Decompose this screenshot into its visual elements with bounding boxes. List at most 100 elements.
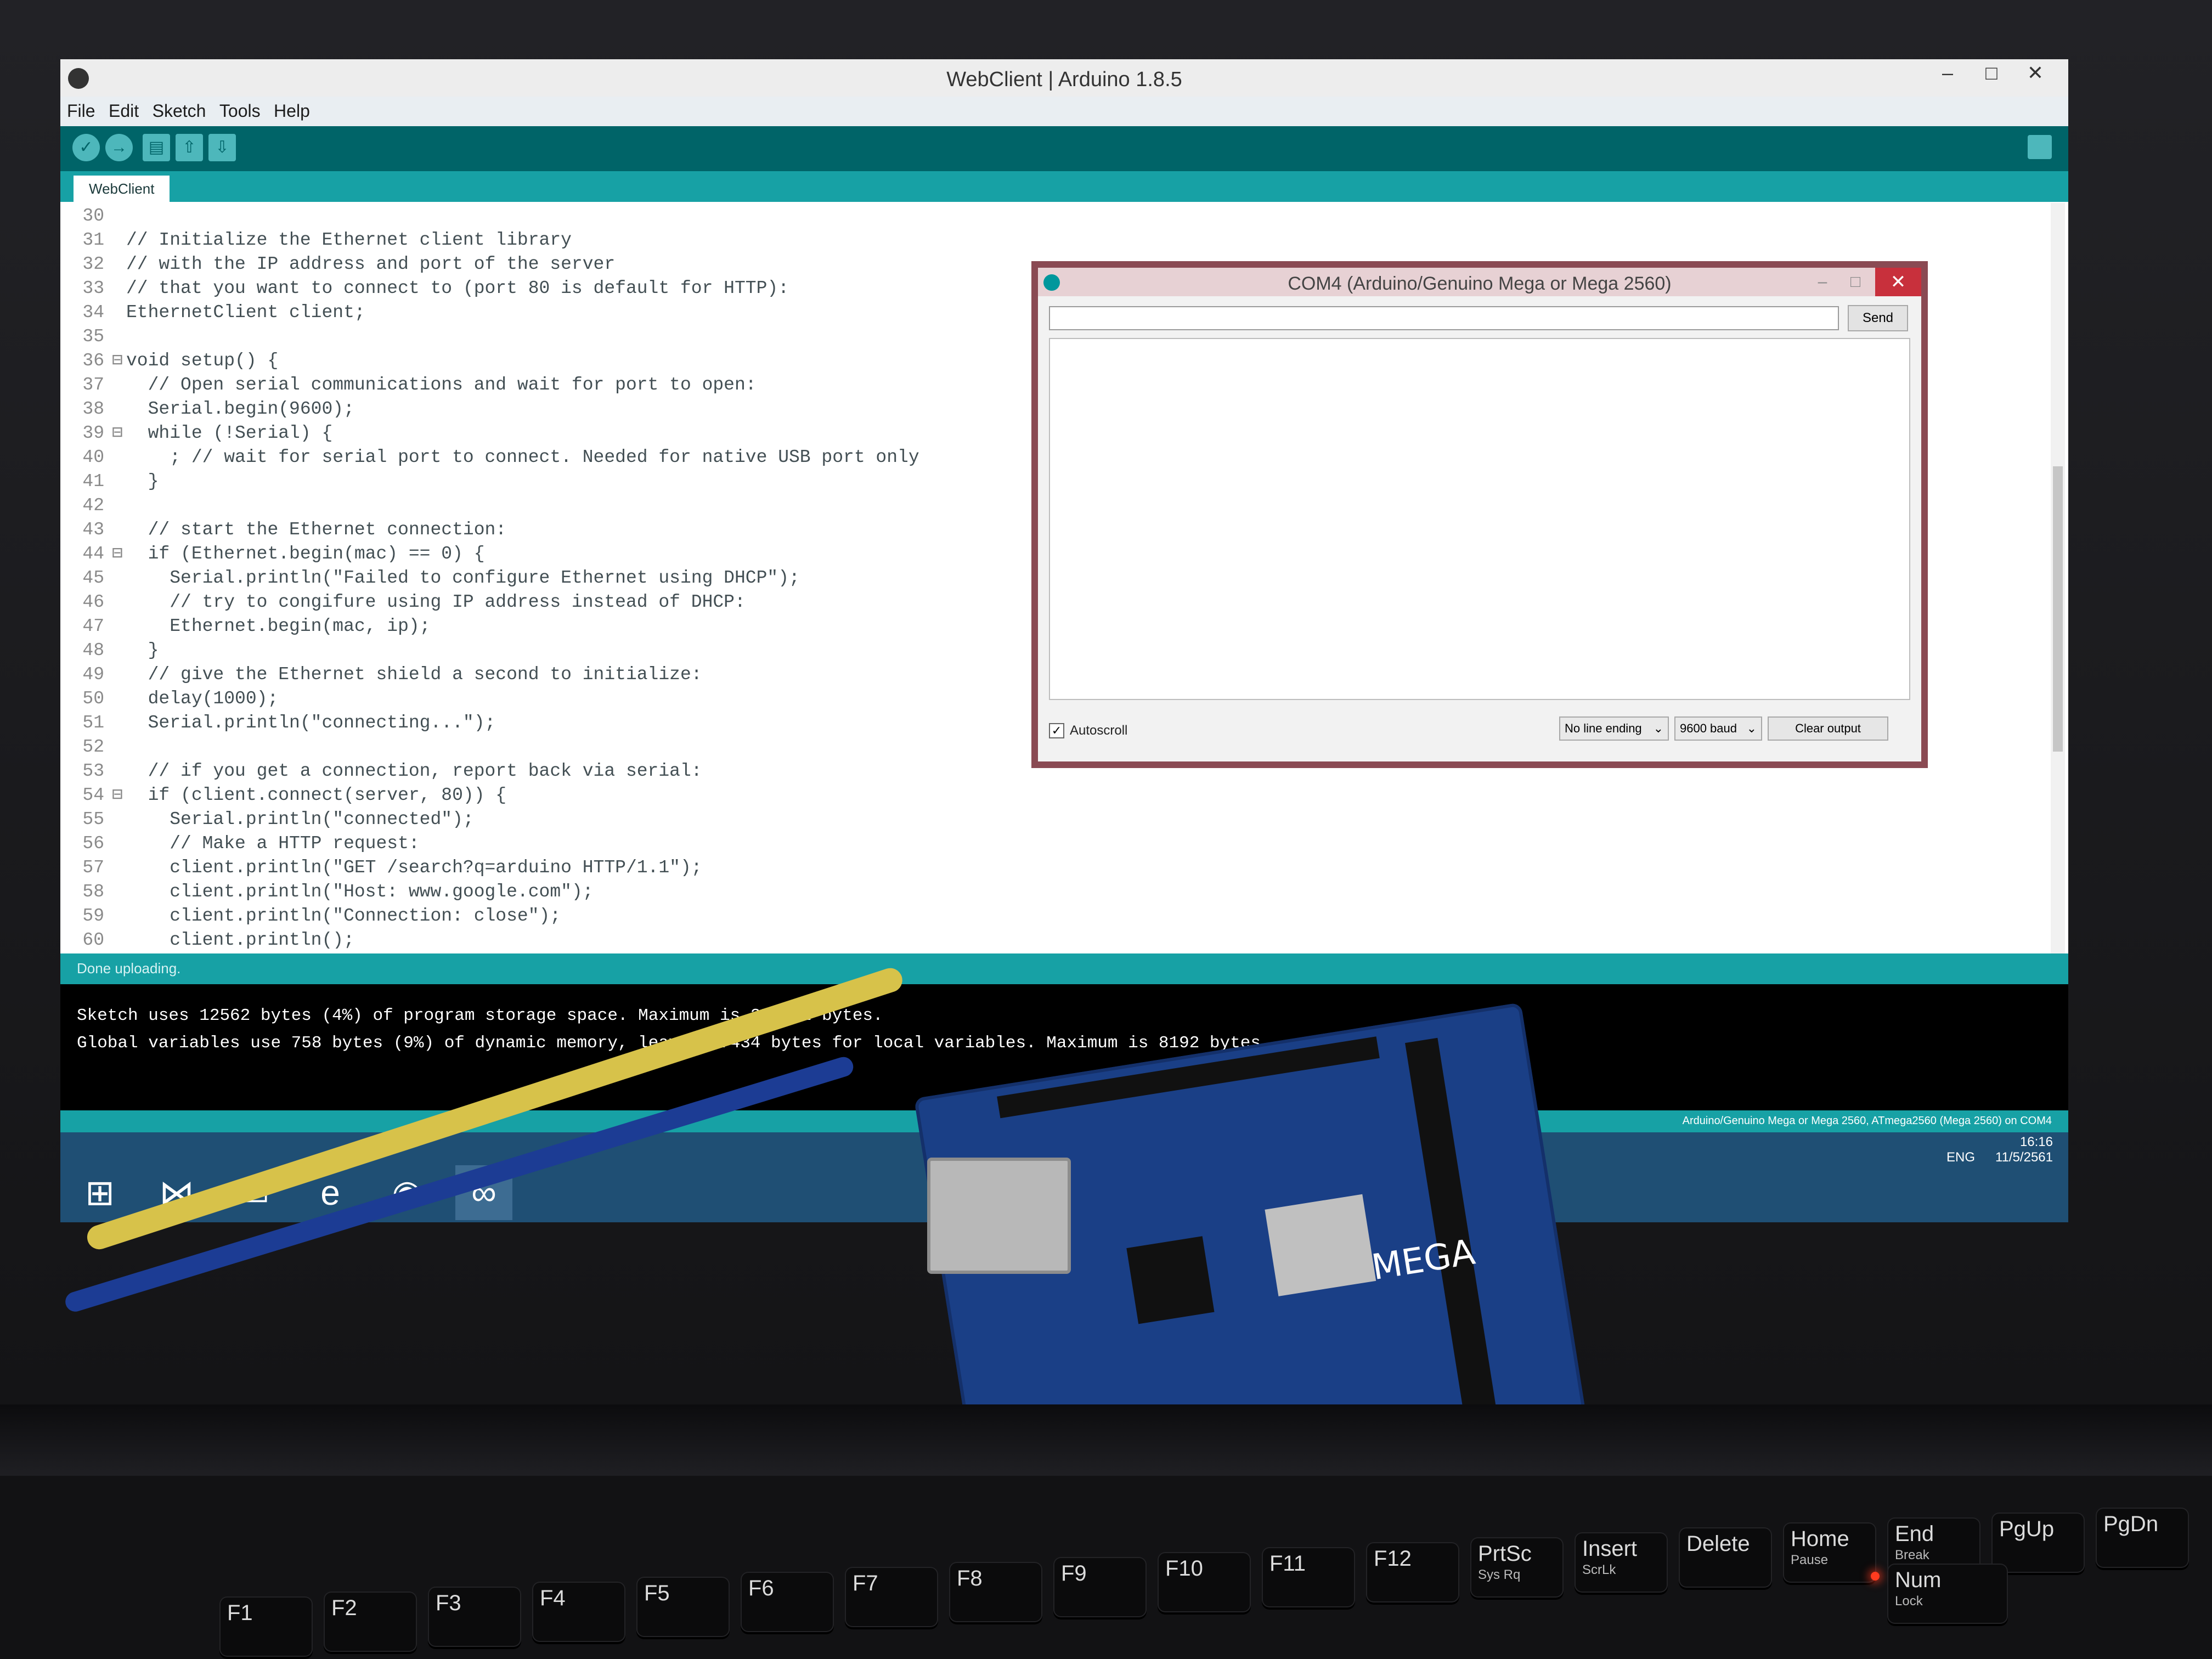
baud-rate-select[interactable]: 9600 baud ⌄	[1674, 716, 1762, 741]
verify-icon[interactable]: ✓	[72, 134, 100, 161]
minimize-button[interactable]: –	[1926, 59, 1970, 87]
tab-bar: WebClient	[60, 171, 2068, 202]
serial-close-button[interactable]: ✕	[1875, 268, 1921, 296]
maximize-button[interactable]: □	[1970, 59, 2013, 87]
code-line[interactable]: 33 // that you want to connect to (port 8…	[60, 276, 789, 301]
clear-output-button[interactable]: Clear output	[1768, 716, 1888, 741]
key-f7[interactable]: F7	[845, 1567, 938, 1627]
serial-monitor-titlebar[interactable]: COM4 (Arduino/Genuino Mega or Mega 2560)…	[1038, 268, 1921, 296]
autoscroll-checkbox[interactable]: ✓	[1049, 723, 1064, 738]
send-button[interactable]: Send	[1848, 305, 1908, 331]
fold-marker-icon[interactable]: ⊟	[112, 542, 126, 566]
editor-scrollbar[interactable]	[2051, 203, 2065, 955]
code-text: // with the IP address and port of the s…	[126, 254, 616, 274]
menu-tools[interactable]: Tools	[219, 101, 261, 121]
key-pgdn[interactable]: PgDn	[2096, 1508, 2189, 1568]
serial-output-area[interactable]	[1049, 338, 1910, 700]
menu-file[interactable]: File	[67, 101, 95, 121]
code-line[interactable]: 52	[60, 735, 126, 759]
code-line[interactable]: 36 ⊟ void setup() {	[60, 349, 278, 373]
code-line[interactable]: 60 client.println();	[60, 928, 354, 952]
code-line[interactable]: 31 // Initialize the Ethernet client libr…	[60, 228, 572, 252]
editor-scroll-thumb[interactable]	[2053, 466, 2063, 752]
key-home[interactable]: Home Pause	[1783, 1522, 1876, 1583]
key-f6[interactable]: F6	[741, 1572, 834, 1632]
system-clock[interactable]: 16:16 11/5/2561	[1995, 1135, 2053, 1165]
code-line[interactable]: 39 ⊟ while (!Serial) {	[60, 421, 332, 445]
code-line[interactable]: 47 Ethernet.begin(mac, ip);	[60, 614, 430, 639]
key-f2[interactable]: F2	[324, 1592, 417, 1652]
code-text: ; // wait for serial port to connect. Ne…	[126, 447, 919, 467]
code-line[interactable]: 53 // if you get a connection, report ba…	[60, 759, 702, 783]
code-line[interactable]: 35	[60, 325, 126, 349]
key-prtsc[interactable]: PrtSc Sys Rq	[1470, 1537, 1564, 1598]
numlock-indicator-light	[1871, 1572, 1880, 1581]
code-line[interactable]: 55 Serial.println("connected");	[60, 808, 473, 832]
code-text: // start the Ethernet connection:	[126, 520, 507, 540]
key-sublabel: ScrLk	[1582, 1562, 1616, 1577]
serial-maximize-button[interactable]: □	[1839, 268, 1872, 296]
save-icon[interactable]: ⇩	[208, 134, 236, 161]
code-line[interactable]: 40 ; // wait for serial port to connect.…	[60, 445, 919, 470]
code-line[interactable]: 44 ⊟ if (Ethernet.begin(mac) == 0) {	[60, 542, 484, 566]
code-line[interactable]: 48 }	[60, 639, 159, 663]
line-ending-select[interactable]: No line ending ⌄	[1559, 716, 1669, 741]
serial-send-input[interactable]	[1049, 306, 1839, 330]
header-pins	[1405, 1037, 1496, 1412]
serial-minimize-button[interactable]: –	[1806, 268, 1839, 296]
key-pgup[interactable]: PgUp	[1991, 1513, 2085, 1573]
code-line[interactable]: 34 EthernetClient client;	[60, 301, 365, 325]
code-text: Serial.println("Failed to configure Ethe…	[126, 568, 800, 588]
code-line[interactable]: 43 // start the Ethernet connection:	[60, 518, 506, 542]
language-indicator[interactable]: ENG	[1946, 1150, 1975, 1165]
fold-marker-icon[interactable]: ⊟	[112, 421, 126, 445]
code-line[interactable]: 54 ⊟ if (client.connect(server, 80)) {	[60, 783, 506, 808]
code-line[interactable]: 37 // Open serial communications and wai…	[60, 373, 756, 397]
code-line[interactable]: 59 client.println("Connection: close");	[60, 904, 561, 928]
fold-marker-icon[interactable]: ⊟	[112, 783, 126, 808]
key-f10[interactable]: F10	[1158, 1552, 1251, 1612]
upload-icon[interactable]: →	[105, 134, 133, 161]
open-icon[interactable]: ⇧	[176, 134, 203, 161]
key-sublabel: Sys Rq	[1478, 1567, 1521, 1582]
close-button[interactable]: ✕	[2013, 59, 2057, 87]
code-line[interactable]: 32 // with the IP address and port of the…	[60, 252, 615, 276]
key-f5[interactable]: F5	[636, 1577, 730, 1637]
key-f9[interactable]: F9	[1053, 1557, 1147, 1617]
code-line[interactable]: 38 Serial.begin(9600);	[60, 397, 354, 421]
key-delete[interactable]: Delete	[1679, 1527, 1772, 1588]
code-line[interactable]: 42	[60, 494, 126, 518]
menu-sketch[interactable]: Sketch	[153, 101, 206, 121]
key-f1[interactable]: F1	[219, 1596, 313, 1657]
code-line[interactable]: 51 Serial.println("connecting...");	[60, 711, 495, 735]
key-f4[interactable]: F4	[532, 1582, 625, 1642]
keyboard: F1 F2 F3 F4 F5 F6 F7 F8 F9 F10 F11 F12 PrtSc Sys Rq In…	[0, 1476, 2212, 1659]
code-line[interactable]: 58 client.println("Host: www.google.com"…	[60, 880, 593, 904]
code-text: // if you get a connection, report back …	[126, 761, 702, 781]
code-line[interactable]: 45 Serial.println("Failed to configure E…	[60, 566, 800, 590]
menu-help[interactable]: Help	[274, 101, 310, 121]
code-line[interactable]: 41 }	[60, 470, 159, 494]
window-titlebar[interactable]: WebClient | Arduino 1.8.5 – □ ✕	[60, 59, 2068, 101]
code-line[interactable]: 49 // give the Ethernet shield a second …	[60, 663, 702, 687]
chevron-down-icon: ⌄	[1653, 721, 1663, 735]
code-line[interactable]: 46 // try to congifure using IP address …	[60, 590, 745, 614]
menu-edit[interactable]: Edit	[109, 101, 139, 121]
serial-monitor-magnifier-icon[interactable]	[2028, 135, 2052, 159]
key-insert[interactable]: Insert ScrLk	[1575, 1532, 1668, 1593]
fold-marker-icon[interactable]: ⊟	[112, 349, 126, 373]
code-line[interactable]: 56 // Make a HTTP request:	[60, 832, 419, 856]
board-info: Arduino/Genuino Mega or Mega 2560, ATmeg…	[1682, 1115, 2052, 1127]
key-f12[interactable]: F12	[1366, 1542, 1459, 1602]
key-f3[interactable]: F3	[428, 1587, 521, 1647]
code-line[interactable]: 30	[60, 204, 126, 228]
key-f8[interactable]: F8	[949, 1562, 1042, 1622]
code-line[interactable]: 50 delay(1000);	[60, 687, 278, 711]
windows-start-icon[interactable]: ⊞	[71, 1165, 128, 1220]
code-text: delay(1000);	[126, 689, 279, 709]
key-f11[interactable]: F11	[1262, 1547, 1355, 1607]
tab-webclient[interactable]: WebClient	[74, 176, 170, 202]
code-line[interactable]: 57 client.println("GET /search?q=arduino…	[60, 856, 702, 880]
key-num-lock[interactable]: Num Lock	[1887, 1564, 2008, 1624]
new-icon[interactable]: ▤	[143, 134, 170, 161]
